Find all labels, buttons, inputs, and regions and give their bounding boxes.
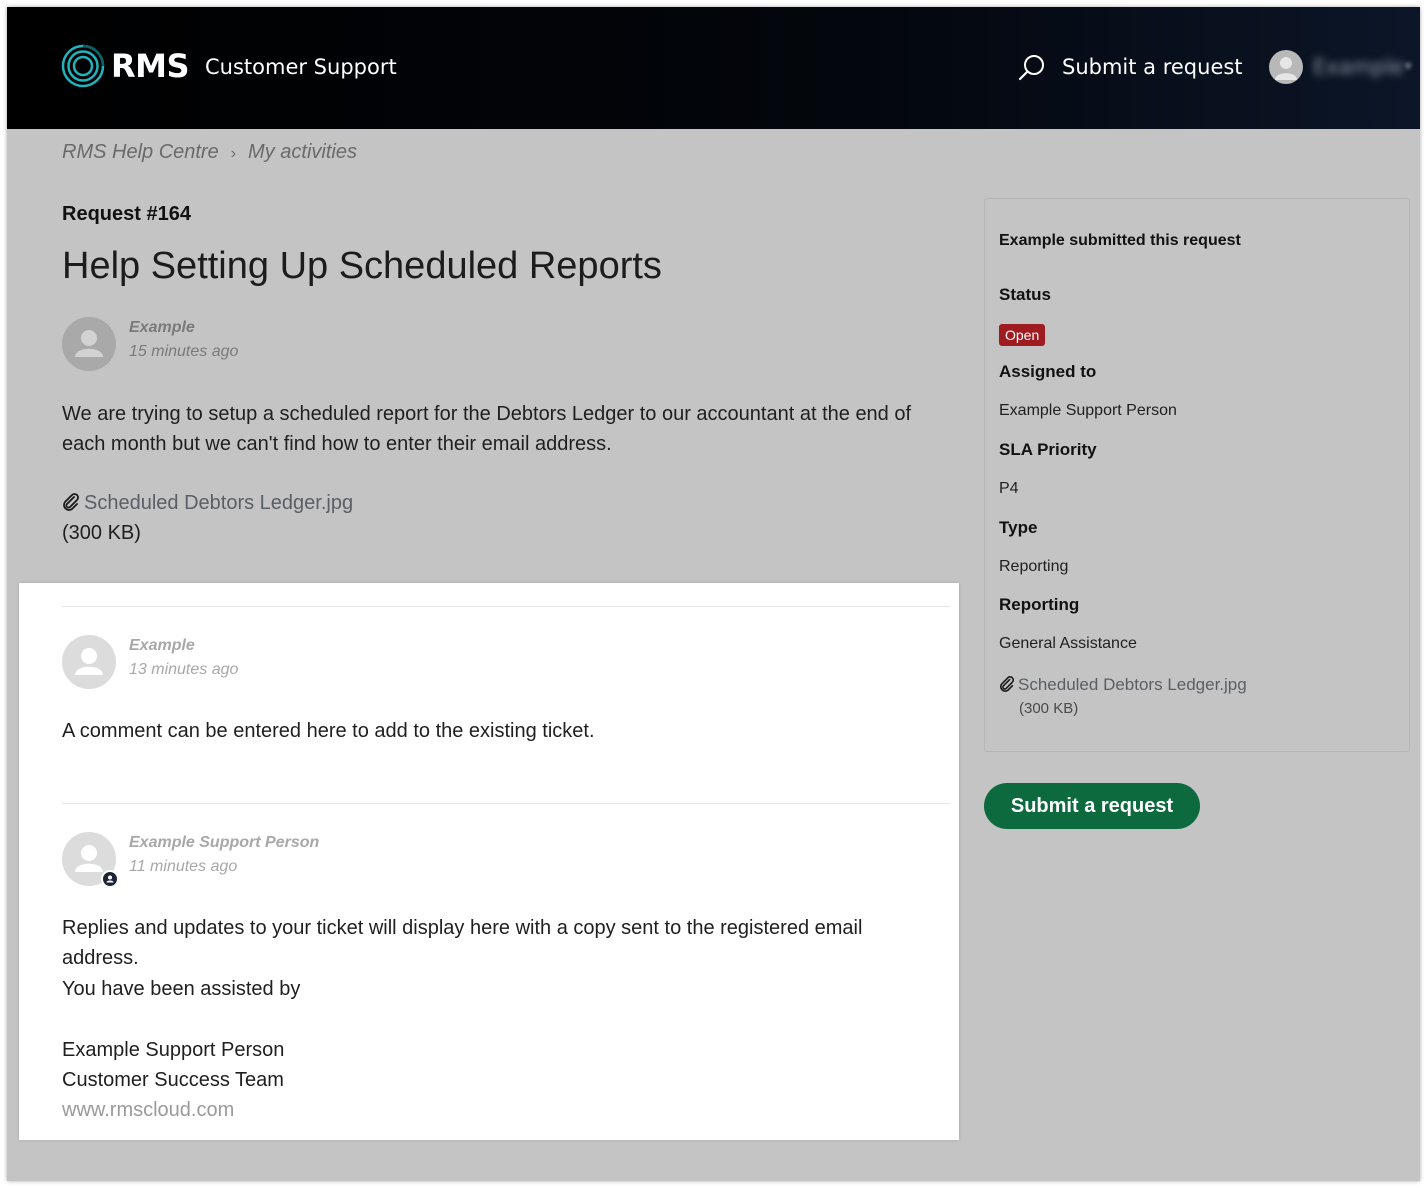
comment-text-assisted: You have been assisted by <box>62 978 301 1000</box>
assigned-value: Example Support Person <box>999 402 1177 419</box>
breadcrumb-my-activities[interactable]: My activities <box>248 141 357 163</box>
comment-text: A comment can be entered here to add to … <box>62 720 595 742</box>
breadcrumb: RMS Help Centre › My activities <box>62 141 357 164</box>
reporting-value: General Assistance <box>999 635 1137 652</box>
signature-team: Customer Success Team <box>62 1069 284 1091</box>
request-number: Request #164 <box>62 203 191 225</box>
request-attachment-size: (300 KB) <box>62 522 141 544</box>
paperclip-icon <box>63 493 79 511</box>
sidebar-attachment-size: (300 KB) <box>1019 700 1079 717</box>
signature-website-link[interactable]: www.rmscloud.com <box>62 1095 234 1125</box>
avatar <box>62 635 116 689</box>
agent-person-icon <box>106 875 114 883</box>
type-label: Type <box>999 518 1038 537</box>
paperclip-icon <box>999 676 1015 692</box>
reporting-label: Reporting <box>999 595 1080 614</box>
agent-badge-icon <box>101 870 119 888</box>
comment-divider <box>62 803 950 804</box>
submit-request-button[interactable]: Submit a request <box>984 783 1200 829</box>
sidebar-attachment-name[interactable]: Scheduled Debtors Ledger.jpg <box>1018 675 1247 694</box>
submitted-by-text: Example submitted this request <box>999 232 1241 249</box>
comment-timestamp: 11 minutes ago <box>129 858 238 875</box>
status-badge: Open <box>999 324 1046 346</box>
page-frame: RMS Customer Support Submit a request Ex… <box>7 7 1420 1181</box>
logo-wordmark[interactable]: RMS <box>111 47 190 85</box>
request-description: We are trying to setup a scheduled repor… <box>62 403 912 455</box>
comment-author[interactable]: Example Support Person <box>129 834 319 852</box>
user-menu-name[interactable]: Example <box>1313 55 1404 79</box>
user-icon <box>75 648 103 675</box>
assigned-label: Assigned to <box>999 362 1097 381</box>
breadcrumb-help-centre[interactable]: RMS Help Centre <box>62 141 219 163</box>
user-avatar-icon <box>1275 57 1297 80</box>
comment-timestamp: 13 minutes ago <box>129 661 239 678</box>
portal-name: Customer Support <box>205 55 397 79</box>
comment-divider <box>62 606 950 607</box>
request-attachment-name[interactable]: Scheduled Debtors Ledger.jpg <box>84 492 353 514</box>
user-icon <box>75 330 103 357</box>
signature-name: Example Support Person <box>62 1039 285 1061</box>
breadcrumb-separator: › <box>230 145 237 162</box>
chevron-down-icon[interactable]: ▾ <box>1405 59 1412 74</box>
sla-priority-value: P4 <box>999 480 1019 497</box>
status-label: Status <box>999 285 1051 304</box>
rms-logo-icon[interactable] <box>61 44 105 88</box>
search-icon[interactable] <box>1017 53 1047 83</box>
header-submit-request-link[interactable]: Submit a request <box>1062 55 1243 79</box>
user-avatar[interactable] <box>1269 50 1303 84</box>
request-author[interactable]: Example <box>129 319 195 337</box>
top-header: RMS Customer Support Submit a request Ex… <box>7 7 1420 129</box>
avatar <box>62 317 116 371</box>
comment-author[interactable]: Example <box>129 637 195 655</box>
type-value: Reporting <box>999 558 1069 575</box>
comment-text: Replies and updates to your ticket will … <box>62 917 863 969</box>
request-timestamp: 15 minutes ago <box>129 343 239 360</box>
request-details-sidebar: Example submitted this request Status Op… <box>984 198 1410 752</box>
request-attachment-link[interactable]: Scheduled Debtors Ledger.jpg <box>62 492 353 515</box>
sidebar-attachment-link[interactable]: Scheduled Debtors Ledger.jpg <box>999 675 1247 695</box>
comments-panel: Example 13 minutes ago A comment can be … <box>19 583 959 1140</box>
page-title: Help Setting Up Scheduled Reports <box>62 245 662 287</box>
sla-priority-label: SLA Priority <box>999 440 1097 459</box>
